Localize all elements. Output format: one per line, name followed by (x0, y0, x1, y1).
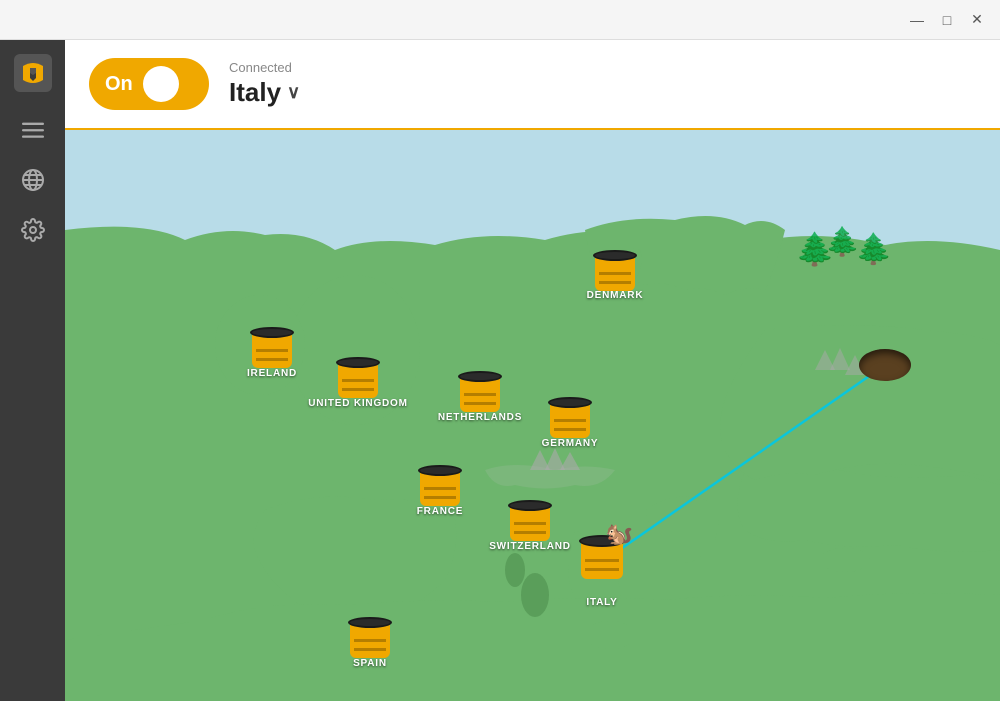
barrel-france[interactable] (420, 470, 460, 506)
settings-icon (21, 218, 45, 242)
logo-icon (14, 54, 52, 92)
vpn-toggle[interactable]: On (89, 58, 209, 110)
toggle-label: On (105, 73, 133, 96)
sidebar-item-locations[interactable] (0, 155, 65, 205)
barrel-uk[interactable] (338, 362, 378, 398)
app-window: — □ ✕ (0, 0, 1000, 701)
barrel-switzerland[interactable] (510, 505, 550, 541)
connection-info: Connected Italy ∨ (229, 60, 300, 108)
barrel-ireland[interactable] (252, 332, 292, 368)
globe-icon (21, 168, 45, 192)
map-svg (65, 130, 1000, 701)
title-bar: — □ ✕ (0, 0, 1000, 40)
sidebar-item-settings[interactable] (0, 205, 65, 255)
minimize-button[interactable]: — (902, 5, 932, 35)
barrel-denmark[interactable] (595, 255, 635, 291)
location-name: Italy (229, 77, 281, 108)
chevron-down-icon: ∨ (287, 82, 300, 103)
tree-decoration-3: 🌲 (855, 232, 892, 267)
barrel-netherlands[interactable] (460, 376, 500, 412)
main-area: On Connected Italy ∨ (0, 40, 1000, 701)
close-button[interactable]: ✕ (962, 5, 992, 35)
map-container: 🌲 🌲 🌲 🌴 🌴 🌴 🌴 🌴 IRELAND (65, 130, 1000, 701)
barrel-spain[interactable] (350, 622, 390, 658)
squirrel-icon: 🐿️ (606, 521, 633, 547)
sidebar-logo (0, 40, 65, 105)
sidebar (0, 40, 65, 701)
maximize-button[interactable]: □ (932, 5, 962, 35)
menu-icon (22, 119, 44, 141)
connection-status: Connected (229, 60, 300, 75)
right-panel: On Connected Italy ∨ (65, 40, 1000, 701)
hamburger-menu-button[interactable] (0, 105, 65, 155)
source-hole (859, 349, 911, 381)
connection-bar: On Connected Italy ∨ (65, 40, 1000, 130)
toggle-knob (143, 66, 179, 102)
barrel-germany[interactable] (550, 402, 590, 438)
barrel-italy[interactable]: 🐿️ (581, 541, 623, 579)
location-selector[interactable]: Italy ∨ (229, 77, 300, 108)
logo-svg (18, 58, 48, 88)
